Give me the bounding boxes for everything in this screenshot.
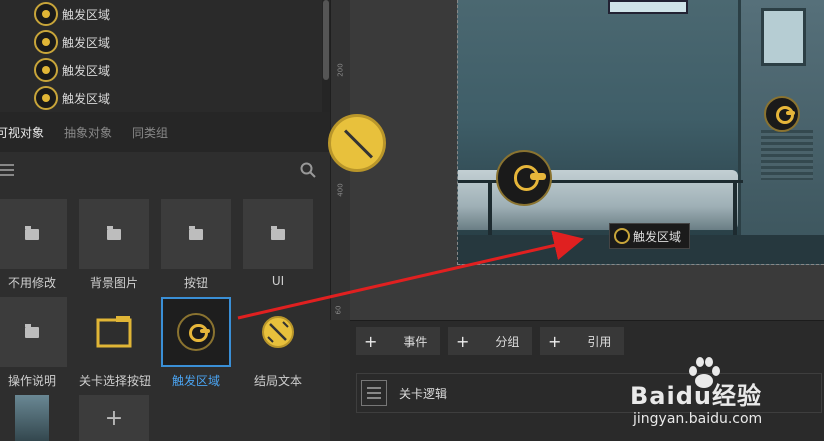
list-view-icon[interactable] (0, 164, 14, 176)
tree-scrollbar[interactable] (322, 0, 330, 112)
folder-icon (271, 225, 285, 240)
tree-item-trigger-area[interactable]: 触发区域 (34, 84, 110, 112)
asset-folder[interactable]: UI (243, 199, 313, 288)
add-asset-icon: + (79, 395, 149, 441)
trigger-area-icon (34, 58, 58, 82)
object-tree: 触发区域 触发区域 触发区域 触发区域 (0, 0, 322, 112)
ruler-mark: 200 (336, 63, 345, 77)
object-tabs: 可视对象 抽象对象 同类组 (0, 112, 330, 152)
asset-label: 不用修改 (7, 276, 56, 290)
add-event-button[interactable]: + 事件 (356, 327, 440, 355)
trigger-area-drag-label[interactable]: 触发区域 (609, 223, 691, 249)
scrollbar-thumb[interactable] (323, 0, 329, 80)
add-include-button[interactable]: + 引用 (540, 327, 624, 355)
trigger-area-icon (34, 30, 58, 54)
asset-label: 触发区域 (171, 374, 220, 388)
plus-icon: + (548, 331, 562, 351)
ruler-mark: 400 (336, 183, 345, 197)
scene-door (738, 0, 824, 264)
plus-icon: + (456, 331, 470, 351)
trigger-area-object[interactable] (496, 150, 552, 206)
tab-abstract-objects[interactable]: 抽象对象 (64, 124, 112, 141)
scene-window (608, 0, 688, 14)
asset-ending-text[interactable]: 结局文本 (243, 297, 313, 389)
asset-label: 结局文本 (253, 374, 302, 388)
asset-label: 关卡选择按钮 (79, 374, 152, 388)
asset-thumb (79, 297, 149, 367)
asset-thumb (243, 297, 313, 367)
search-icon[interactable] (300, 162, 316, 178)
trigger-area-icon (177, 313, 215, 351)
asset-thumb (0, 297, 67, 367)
tree-item-label: 触发区域 (62, 35, 111, 50)
add-event-label: 事件 (403, 334, 428, 349)
event-sheet-icon (361, 380, 387, 406)
watermark-brand: Baidu经验 (630, 382, 762, 410)
scene-background: 触发区域 (457, 0, 824, 265)
object-panel: 触发区域 触发区域 触发区域 触发区域 可视对象 抽象对象 同类组 不用修改 背… (0, 0, 330, 441)
tree-item-label: 触发区域 (62, 7, 111, 22)
asset-label: 按钮 (183, 276, 208, 290)
tree-item-trigger-area[interactable]: 触发区域 (34, 0, 110, 28)
asset-folder[interactable]: 背景图片 (79, 199, 149, 291)
level-logic-label: 关卡逻辑 (399, 386, 448, 401)
asset-thumb (0, 199, 67, 269)
tab-families[interactable]: 同类组 (132, 124, 168, 141)
add-asset-button[interactable]: + (79, 395, 149, 441)
add-group-button[interactable]: + 分组 (448, 327, 532, 355)
ruler-mark: 60 (334, 305, 343, 315)
asset-thumb (161, 199, 231, 269)
asset-label: UI (271, 274, 285, 288)
door-window (761, 8, 806, 66)
watermark-url: jingyan.baidu.com (633, 411, 763, 427)
tree-item-trigger-area[interactable]: 触发区域 (34, 28, 110, 56)
asset-label: 操作说明 (7, 374, 56, 388)
asset-thumb (243, 199, 313, 269)
asset-trigger-area[interactable]: 触发区域 (161, 297, 231, 389)
trigger-area-object[interactable] (764, 96, 800, 132)
folder-icon (189, 225, 203, 240)
asset-folder[interactable]: 按钮 (161, 199, 231, 291)
tab-visual-objects[interactable]: 可视对象 (0, 124, 44, 141)
asset-thumb (79, 199, 149, 269)
tree-item-label: 触发区域 (62, 63, 111, 78)
trigger-area-label: 触发区域 (633, 229, 682, 244)
add-include-label: 引用 (587, 334, 612, 349)
asset-folder[interactable]: 不用修改 (0, 199, 67, 291)
tree-item-trigger-area[interactable]: 触发区域 (34, 56, 110, 84)
trigger-area-icon (614, 228, 630, 244)
layout-canvas[interactable]: 触发区域 (328, 0, 824, 320)
ending-text-icon (262, 316, 294, 348)
asset-folder[interactable]: 操作说明 (0, 297, 67, 389)
folder-icon (107, 225, 121, 240)
folder-icon (25, 323, 39, 338)
door-vent (761, 130, 813, 180)
baidu-jingyan-watermark: Baidu经验 jingyan.baidu.com (630, 354, 820, 438)
asset-toolbar (0, 152, 330, 190)
image-thumb (15, 395, 49, 441)
add-group-label: 分组 (495, 334, 520, 349)
asset-thumb (161, 297, 231, 367)
trigger-area-icon (34, 2, 58, 26)
folder-icon (25, 225, 39, 240)
asset-label: 背景图片 (89, 276, 138, 290)
level-select-icon (96, 316, 132, 348)
asset-level-select-button[interactable]: 关卡选择按钮 (79, 297, 152, 389)
plus-icon: + (364, 331, 378, 351)
trigger-area-icon (34, 86, 58, 110)
ending-text-object[interactable] (328, 114, 386, 172)
tree-item-label: 触发区域 (62, 91, 111, 106)
asset-image-thumb[interactable] (15, 395, 49, 441)
